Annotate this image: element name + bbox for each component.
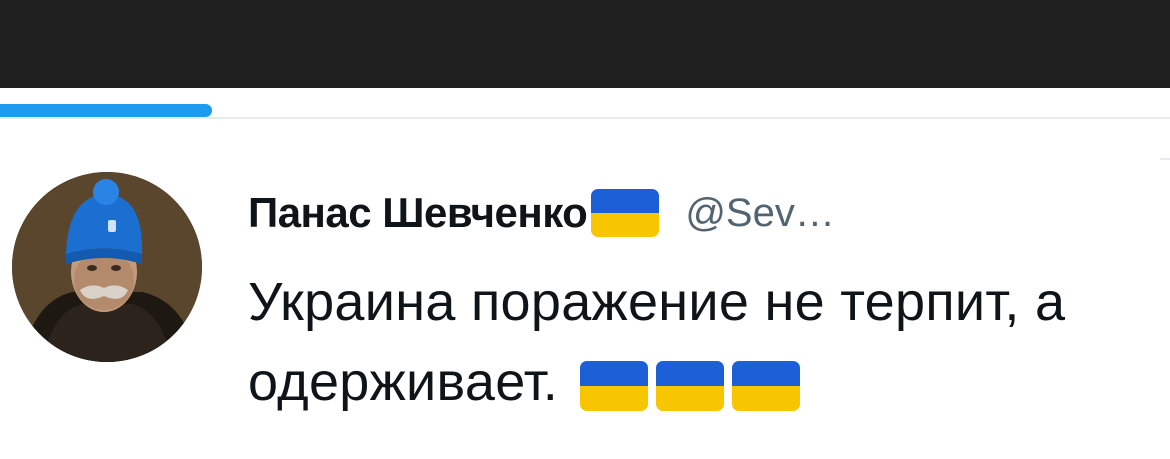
top-bar [0,0,1170,88]
tweet-text: Украина поражение не терпит, а одерживае… [248,262,1148,422]
divider-line [0,117,1170,119]
avatar-portrait-icon [12,172,202,362]
user-handle[interactable]: @Sev… [685,191,835,236]
progress-bar [0,104,212,117]
tweet-header: Панас Шевченко @Sev… [248,183,835,243]
divider-edge [1160,158,1170,160]
ukraine-flag-icon [591,189,660,237]
avatar[interactable] [12,172,202,362]
display-name[interactable]: Панас Шевченко [248,189,588,237]
ukraine-flag-icon [732,360,801,411]
flag-emoji-group [572,352,801,412]
ukraine-flag-icon [580,360,649,411]
ukraine-flag-icon [656,360,725,411]
